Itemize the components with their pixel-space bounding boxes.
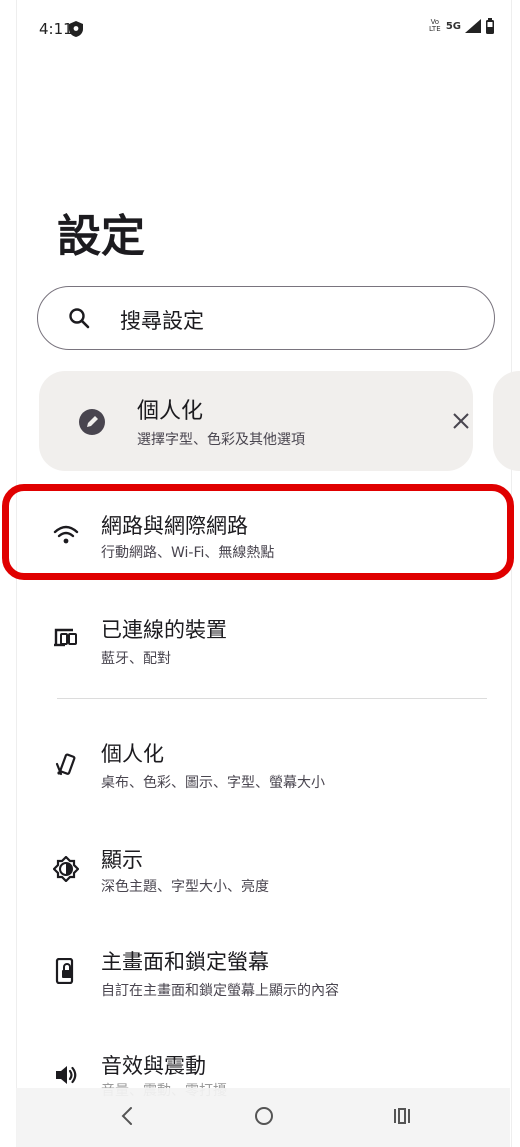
settings-item-display[interactable]: 顯示 深色主題、字型大小、亮度 bbox=[17, 832, 511, 922]
section-divider bbox=[57, 698, 487, 699]
status-indicators: Vo LTE 5G bbox=[428, 18, 495, 34]
battery-icon bbox=[486, 18, 494, 34]
settings-item-connected-devices[interactable]: 已連線的裝置 藍牙、配對 bbox=[17, 600, 511, 690]
devices-icon bbox=[54, 628, 77, 647]
search-icon bbox=[69, 308, 90, 329]
palette-icon bbox=[55, 753, 76, 776]
settings-item-title: 個人化 bbox=[101, 742, 164, 766]
status-bar: 4:11 Vo LTE 5G bbox=[17, 0, 511, 60]
settings-item-title: 顯示 bbox=[101, 848, 143, 872]
suggestion-title: 個人化 bbox=[137, 399, 204, 424]
settings-item-title: 音效與震動 bbox=[101, 1054, 206, 1078]
settings-item-subtitle: 自訂在主畫面和鎖定螢幕上顯示的內容 bbox=[101, 983, 339, 999]
recents-icon[interactable] bbox=[388, 1102, 416, 1130]
brightness-icon bbox=[53, 856, 79, 882]
network-type: 5G bbox=[445, 20, 461, 32]
lock-screen-icon bbox=[55, 958, 74, 984]
status-time: 4:11 bbox=[39, 20, 73, 38]
search-bar[interactable]: 搜尋設定 bbox=[37, 286, 495, 350]
settings-item-title: 已連線的裝置 bbox=[101, 618, 227, 642]
suggestion-card[interactable]: 個人化 選擇字型、色彩及其他選項 bbox=[39, 371, 473, 471]
suggestion-subtitle: 選擇字型、色彩及其他選項 bbox=[137, 432, 305, 448]
back-icon[interactable] bbox=[114, 1102, 142, 1130]
volte-indicator: Vo LTE bbox=[429, 18, 441, 33]
signal-icon bbox=[465, 19, 481, 33]
settings-item-title: 主畫面和鎖定螢幕 bbox=[101, 950, 269, 974]
shield-icon bbox=[69, 21, 83, 37]
search-placeholder: 搜尋設定 bbox=[120, 309, 204, 333]
page-title: 設定 bbox=[57, 211, 145, 262]
settings-item-personalization[interactable]: 個人化 桌布、色彩、圖示、字型、螢幕大小 bbox=[17, 726, 511, 816]
brush-icon bbox=[79, 409, 105, 435]
navigation-bar bbox=[16, 1088, 510, 1147]
settings-item-subtitle: 藍牙、配對 bbox=[101, 651, 171, 667]
next-suggestion-card[interactable] bbox=[493, 371, 520, 471]
settings-item-home-lock[interactable]: 主畫面和鎖定螢幕 自訂在主畫面和鎖定螢幕上顯示的內容 bbox=[17, 936, 511, 1026]
volume-icon bbox=[56, 1066, 77, 1084]
highlight-box bbox=[2, 484, 514, 580]
close-icon[interactable] bbox=[451, 411, 471, 431]
settings-item-subtitle: 桌布、色彩、圖示、字型、螢幕大小 bbox=[101, 775, 325, 791]
home-icon[interactable] bbox=[250, 1102, 278, 1130]
settings-item-subtitle: 深色主題、字型大小、亮度 bbox=[101, 879, 269, 895]
